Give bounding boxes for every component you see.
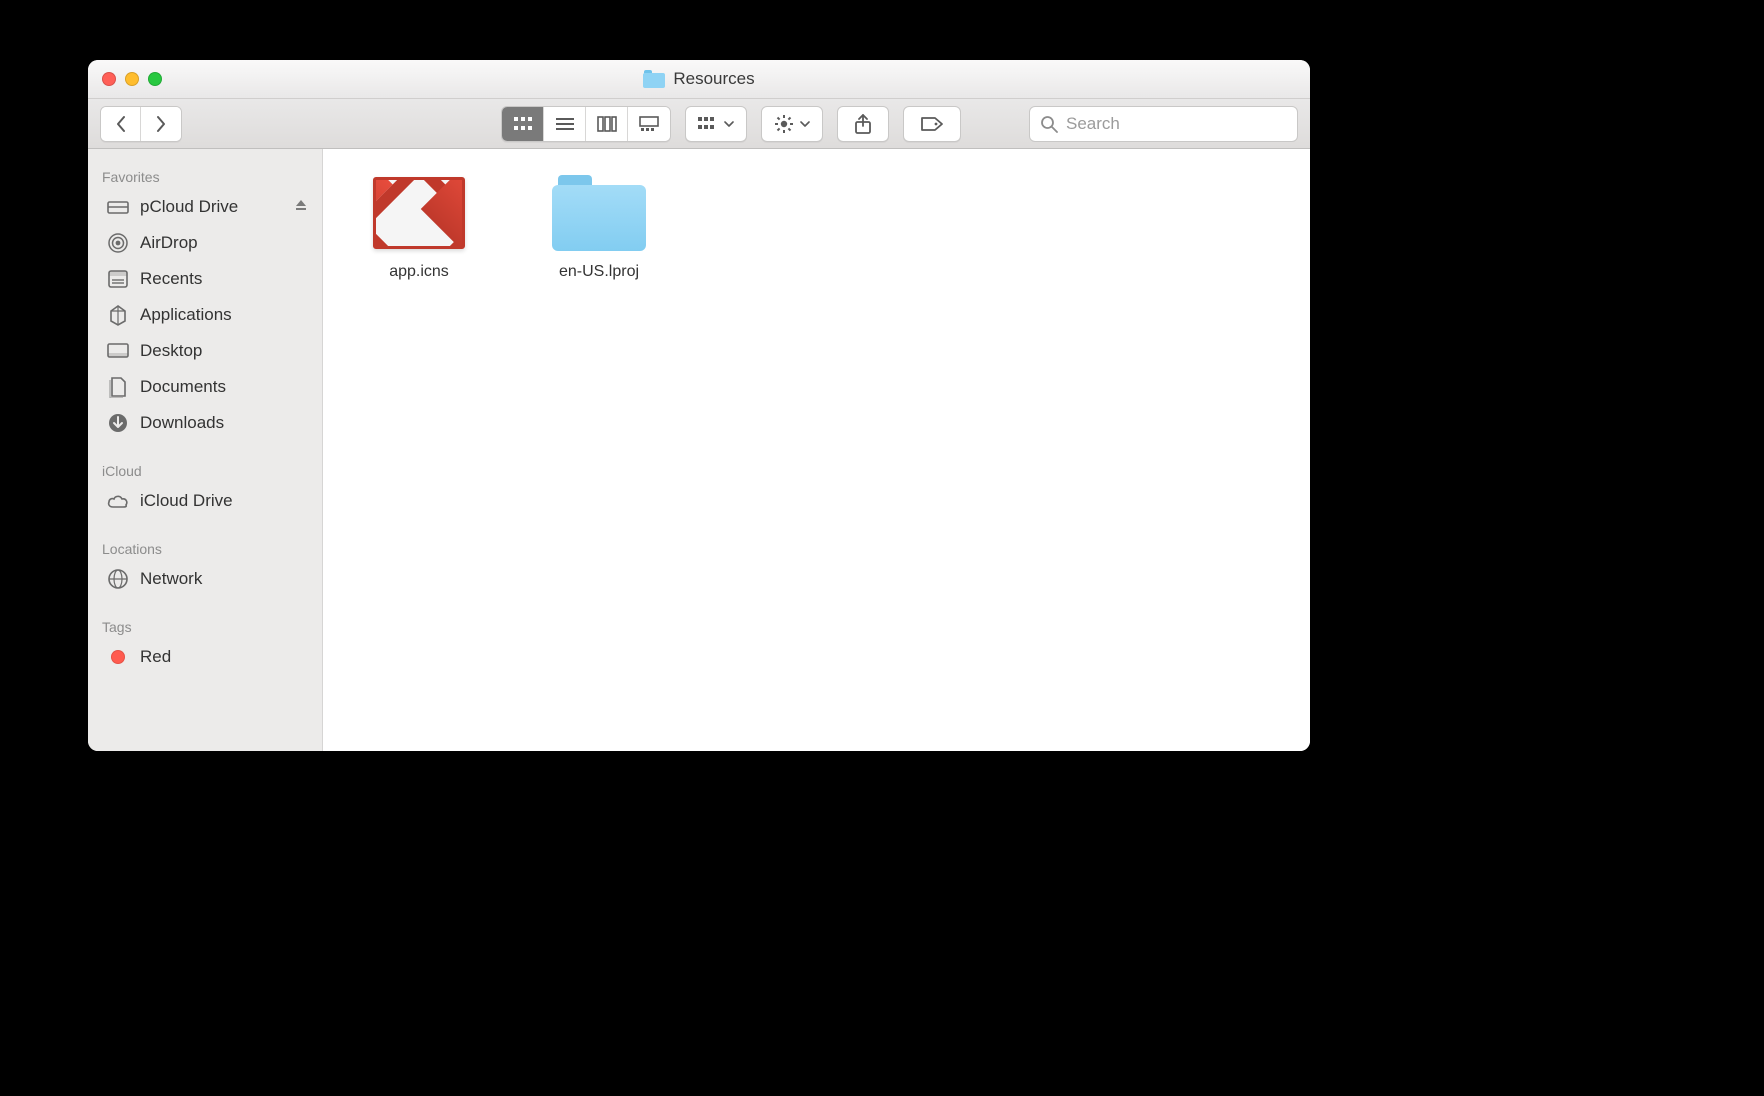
tag-icon [920, 116, 944, 132]
window-title: Resources [88, 60, 1310, 98]
search-input[interactable] [1066, 114, 1287, 134]
sidebar-item-downloads[interactable]: Downloads [88, 405, 322, 441]
airdrop-icon [106, 231, 130, 255]
sidebar-item-label: Recents [140, 269, 308, 289]
column-view-button[interactable] [586, 107, 628, 141]
sidebar-item-label: Downloads [140, 413, 308, 433]
applications-icon [106, 303, 130, 327]
file-item-en-us-lproj[interactable]: en-US.lproj [539, 173, 659, 281]
group-by-button[interactable] [685, 106, 747, 142]
gear-icon [774, 114, 794, 134]
folder-icon [552, 175, 646, 251]
recents-icon [106, 267, 130, 291]
chevron-right-icon [155, 115, 167, 133]
documents-icon [106, 375, 130, 399]
body: Favorites pCloud Drive AirDrop [88, 149, 1310, 751]
tags-section-label: Tags [88, 611, 322, 639]
sidebar-item-pcloud-drive[interactable]: pCloud Drive [88, 189, 322, 225]
sidebar-item-label: Desktop [140, 341, 308, 361]
sidebar-item-desktop[interactable]: Desktop [88, 333, 322, 369]
locations-section-label: Locations [88, 533, 322, 561]
share-button[interactable] [837, 106, 889, 142]
favorites-section-label: Favorites [88, 161, 322, 189]
group-grid-icon [698, 117, 718, 131]
close-button[interactable] [102, 72, 116, 86]
sidebar-item-label: Applications [140, 305, 308, 325]
file-name: app.icns [389, 263, 449, 281]
window-title-text: Resources [673, 69, 754, 89]
chevron-left-icon [115, 115, 127, 133]
sidebar-item-label: Network [140, 569, 308, 589]
sidebar-item-network[interactable]: Network [88, 561, 322, 597]
desktop-icon [106, 339, 130, 363]
file-item-app-icns[interactable]: app.icns [359, 173, 479, 281]
sidebar-item-airdrop[interactable]: AirDrop [88, 225, 322, 261]
sidebar-item-applications[interactable]: Applications [88, 297, 322, 333]
titlebar: Resources [88, 60, 1310, 99]
back-button[interactable] [101, 107, 141, 141]
sidebar-item-label: AirDrop [140, 233, 308, 253]
content-area[interactable]: app.icns en-US.lproj [323, 149, 1310, 751]
sidebar: Favorites pCloud Drive AirDrop [88, 149, 323, 751]
sidebar-item-recents[interactable]: Recents [88, 261, 322, 297]
share-icon [854, 114, 872, 134]
action-button[interactable] [761, 106, 823, 142]
minimize-button[interactable] [125, 72, 139, 86]
window-controls [88, 72, 162, 86]
tag-dot-icon [106, 645, 130, 669]
eject-icon[interactable] [294, 197, 308, 217]
sidebar-item-documents[interactable]: Documents [88, 369, 322, 405]
icon-grid: app.icns en-US.lproj [323, 149, 1310, 305]
chevron-down-icon [724, 121, 734, 127]
cloud-icon [106, 489, 130, 513]
drive-icon [106, 195, 130, 219]
fullscreen-button[interactable] [148, 72, 162, 86]
sidebar-item-tag-red[interactable]: Red [88, 639, 322, 675]
finder-window: Resources [88, 60, 1310, 751]
gmail-icon [373, 177, 465, 249]
search-icon [1040, 115, 1058, 133]
sidebar-item-icloud-drive[interactable]: iCloud Drive [88, 483, 322, 519]
list-icon [555, 116, 575, 132]
nav-buttons [100, 106, 182, 142]
view-mode-buttons [501, 106, 671, 142]
sidebar-item-label: Red [140, 647, 308, 667]
columns-icon [597, 116, 617, 132]
gallery-view-button[interactable] [628, 107, 670, 141]
icloud-section-label: iCloud [88, 455, 322, 483]
grid-icon [513, 116, 533, 132]
downloads-icon [106, 411, 130, 435]
gallery-icon [639, 116, 659, 132]
chevron-down-icon [800, 121, 810, 127]
file-name: en-US.lproj [559, 263, 639, 281]
network-icon [106, 567, 130, 591]
sidebar-item-label: iCloud Drive [140, 491, 308, 511]
sidebar-item-label: pCloud Drive [140, 197, 284, 217]
file-thumbnail [372, 173, 466, 253]
toolbar [88, 99, 1310, 149]
icon-view-button[interactable] [502, 107, 544, 141]
search-field[interactable] [1029, 106, 1298, 142]
folder-icon [643, 70, 665, 88]
sidebar-item-label: Documents [140, 377, 308, 397]
edit-tags-button[interactable] [903, 106, 961, 142]
file-thumbnail [552, 173, 646, 253]
forward-button[interactable] [141, 107, 181, 141]
list-view-button[interactable] [544, 107, 586, 141]
